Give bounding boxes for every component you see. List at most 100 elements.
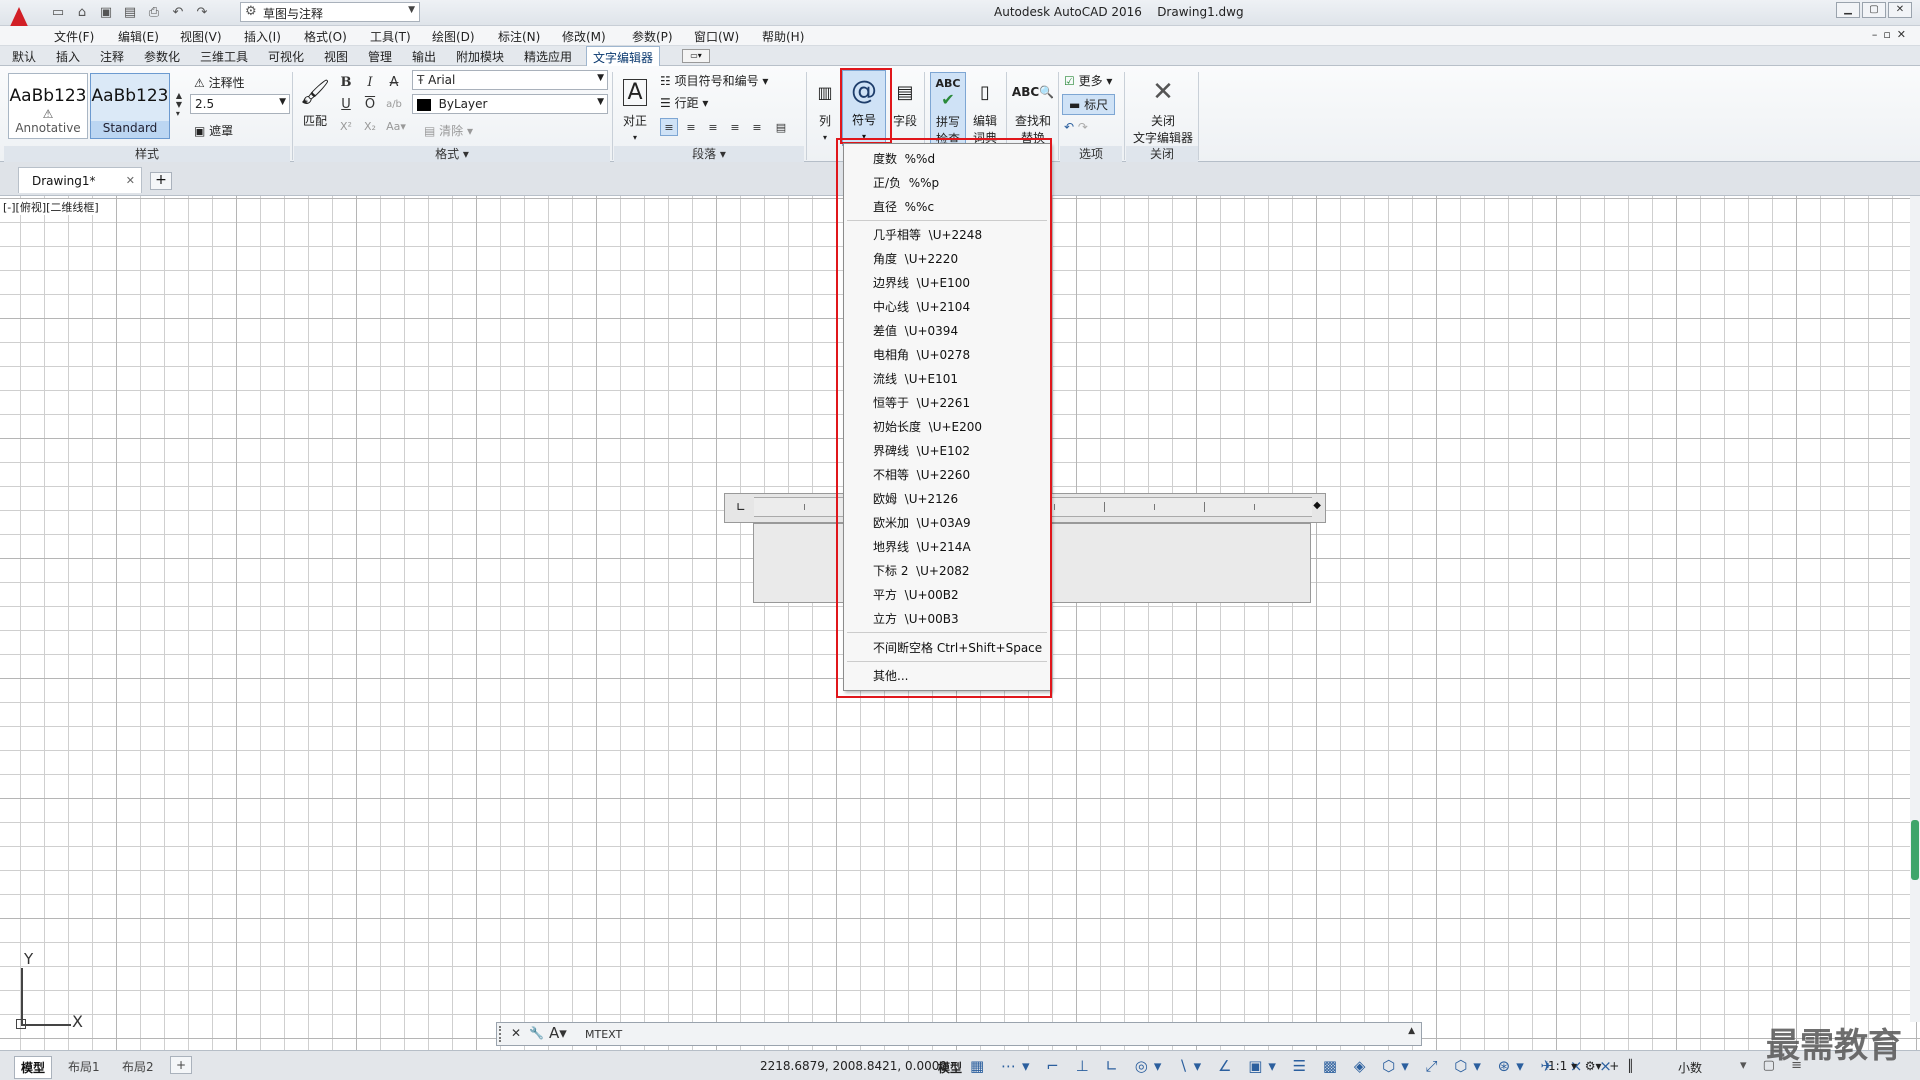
spell-check-button[interactable]: ABC ✔ 拼写 检查 <box>930 72 966 146</box>
scrollbar-thumb[interactable] <box>1911 820 1919 880</box>
spell-label: 拼写 <box>935 115 960 129</box>
annotative-toggle[interactable]: ⚠ 注释性 <box>194 74 245 91</box>
justify-button[interactable]: A 对正 ▾ <box>618 72 652 144</box>
tab-stop-icon[interactable]: ∟ <box>736 500 746 514</box>
tab-manage[interactable]: 管理 <box>368 48 392 65</box>
tab-view[interactable]: 视图 <box>324 48 348 65</box>
print-icon[interactable]: ⎙ <box>144 3 164 21</box>
tab-visualize[interactable]: 可视化 <box>268 48 304 65</box>
open-file-icon[interactable]: ⌂ <box>72 3 92 21</box>
close-icon[interactable]: ✕ <box>511 1026 521 1040</box>
undo-icon[interactable]: ↶ <box>168 3 188 21</box>
style-annotative[interactable]: AaBb123 ⚠ Annotative <box>8 73 88 139</box>
viewport-controls[interactable]: [-][俯视][二维线框] <box>3 199 99 215</box>
maximize-icon[interactable]: ▢ <box>1862 2 1886 18</box>
save-as-icon[interactable]: ▤ <box>120 3 140 21</box>
save-icon[interactable]: ▣ <box>96 3 116 21</box>
drag-handle[interactable] <box>499 1026 505 1042</box>
align-right-icon[interactable]: ≡ <box>704 118 722 136</box>
undo-redo-buttons[interactable]: ↶ ↷ <box>1064 120 1088 134</box>
edit-dictionary-button[interactable]: ▯ 编辑 词典 <box>968 72 1002 146</box>
menu-edit[interactable]: 编辑(E) <box>118 28 159 45</box>
tab-insert[interactable]: 插入 <box>56 48 80 65</box>
minimize-icon[interactable]: ▁ <box>1836 2 1860 18</box>
line-spacing-button[interactable]: ☰ 行距 ▾ <box>660 94 708 111</box>
color-value: ByLayer <box>438 97 488 111</box>
color-combo[interactable]: ByLayer ▼ <box>412 94 608 114</box>
strikethrough-icon[interactable]: A <box>384 72 404 92</box>
underline-icon[interactable]: U <box>336 94 356 114</box>
new-file-icon[interactable]: ▭ <box>48 3 68 21</box>
bullets-button[interactable]: ☷ 项目符号和编号 ▾ <box>660 72 768 89</box>
command-history-icon[interactable]: ▲ <box>1408 1026 1415 1036</box>
menu-help[interactable]: 帮助(H) <box>762 28 804 45</box>
workspace-dropdown[interactable]: ⚙ 草图与注释 ▼ <box>240 2 420 22</box>
distribute-icon[interactable]: ≡ <box>748 118 766 136</box>
paragraph-settings-icon[interactable]: ▤ <box>772 118 790 136</box>
drafting-toggles[interactable]: ▦ ⋯▾ ⌐ ⊥ ∟ ◎▾ ∖▾ ∠ ▣▾ ☰ ▩ ◈ ⬡▾ ⤢ ⬡▾ ⊛▾ ✈… <box>970 1057 1618 1075</box>
ribbon-minimize-button[interactable]: ▭▾ <box>682 49 710 63</box>
new-layout-button[interactable]: + <box>170 1056 193 1074</box>
align-center-icon[interactable]: ≡ <box>682 118 700 136</box>
tab-annotate[interactable]: 注释 <box>100 48 124 65</box>
menu-view[interactable]: 视图(V) <box>180 28 222 45</box>
wrench-icon[interactable]: 🔧 <box>529 1026 544 1040</box>
tab-default[interactable]: 默认 <box>12 48 36 65</box>
close-text-editor-button[interactable]: ✕ 关闭 文字编辑器 <box>1130 72 1196 145</box>
menu-draw[interactable]: 绘图(D) <box>432 28 475 45</box>
stack-icon[interactable]: a/b <box>384 94 404 114</box>
menu-format[interactable]: 格式(O) <box>304 28 347 45</box>
close-label-2: 文字编辑器 <box>1132 131 1193 145</box>
annotation-scale[interactable]: 1:1 ▾ ⚙▾ + ║ <box>1548 1059 1634 1073</box>
tab-3d-tools[interactable]: 三维工具 <box>200 48 248 65</box>
style-standard[interactable]: AaBb123 Standard <box>90 73 170 139</box>
columns-button[interactable]: ▥ 列 ▾ <box>808 72 842 144</box>
ruler-end-icon[interactable]: ◆ <box>1313 500 1321 511</box>
tab-output[interactable]: 输出 <box>412 48 436 65</box>
mask-button[interactable]: ▣ 遮罩 <box>194 122 233 139</box>
menu-modify[interactable]: 修改(M) <box>562 28 606 45</box>
field-button[interactable]: ▤ 字段 <box>888 72 922 144</box>
layout-tab-2[interactable]: 布局2 <box>116 1056 160 1077</box>
model-space-button[interactable]: 模型 <box>938 1059 962 1076</box>
layout-tab-1[interactable]: 布局1 <box>62 1056 106 1077</box>
doc-window-controls[interactable]: –▫✕ <box>1872 28 1912 41</box>
text-height-combo[interactable]: 2.5 ▼ <box>190 94 290 114</box>
menu-window[interactable]: 窗口(W) <box>694 28 739 45</box>
menu-file[interactable]: 文件(F) <box>54 28 94 45</box>
tab-addins[interactable]: 附加模块 <box>456 48 504 65</box>
font-combo[interactable]: Ŧ Arial ▼ <box>412 70 608 90</box>
tab-parametric[interactable]: 参数化 <box>144 48 180 65</box>
vertical-scrollbar[interactable] <box>1910 196 1920 1022</box>
close-tab-icon[interactable]: ✕ <box>126 174 135 187</box>
more-button[interactable]: ☑ 更多 ▾ <box>1064 72 1112 89</box>
justify-text-icon[interactable]: ≡ <box>726 118 744 136</box>
align-left-icon[interactable]: ≡ <box>660 118 678 136</box>
menu-parametric[interactable]: 参数(P) <box>632 28 673 45</box>
redo-icon[interactable]: ↷ <box>192 3 212 21</box>
clear-button[interactable]: ▤ 清除 ▾ <box>424 122 473 139</box>
overline-icon[interactable]: O <box>360 94 380 114</box>
ruler-toggle[interactable]: ▬ 标尺 <box>1062 94 1116 115</box>
find-replace-button[interactable]: ABC🔍 查找和 替换 <box>1010 72 1056 145</box>
menu-insert[interactable]: 插入(I) <box>244 28 281 45</box>
ucs-x-label: X <box>72 1012 83 1031</box>
close-icon[interactable]: ✕ <box>1888 2 1912 18</box>
panel-divider <box>292 72 293 160</box>
menu-dimension[interactable]: 标注(N) <box>498 28 540 45</box>
new-tab-button[interactable]: + <box>150 172 172 190</box>
document-tab[interactable]: Drawing1* ✕ <box>18 167 142 193</box>
italic-icon[interactable]: I <box>360 72 380 92</box>
menu-tools[interactable]: 工具(T) <box>370 28 411 45</box>
superscript-icon[interactable]: X² <box>336 116 356 136</box>
tab-featured-apps[interactable]: 精选应用 <box>524 48 572 65</box>
style-gallery-scroll[interactable]: ▲ ▼ ▾ <box>174 74 184 134</box>
change-case-icon[interactable]: Aa▾ <box>384 116 408 136</box>
bold-icon[interactable]: B <box>336 72 356 92</box>
command-line[interactable]: ✕ 🔧 A▾ MTEXT ▲ <box>496 1022 1422 1046</box>
match-button[interactable]: 🖌 匹配 <box>298 72 332 144</box>
tab-text-editor[interactable]: 文字编辑器 <box>586 46 661 66</box>
subscript-icon[interactable]: X₂ <box>360 116 380 136</box>
layout-tab-model[interactable]: 模型 <box>14 1056 53 1079</box>
units-display[interactable]: 小数 <box>1678 1059 1702 1076</box>
